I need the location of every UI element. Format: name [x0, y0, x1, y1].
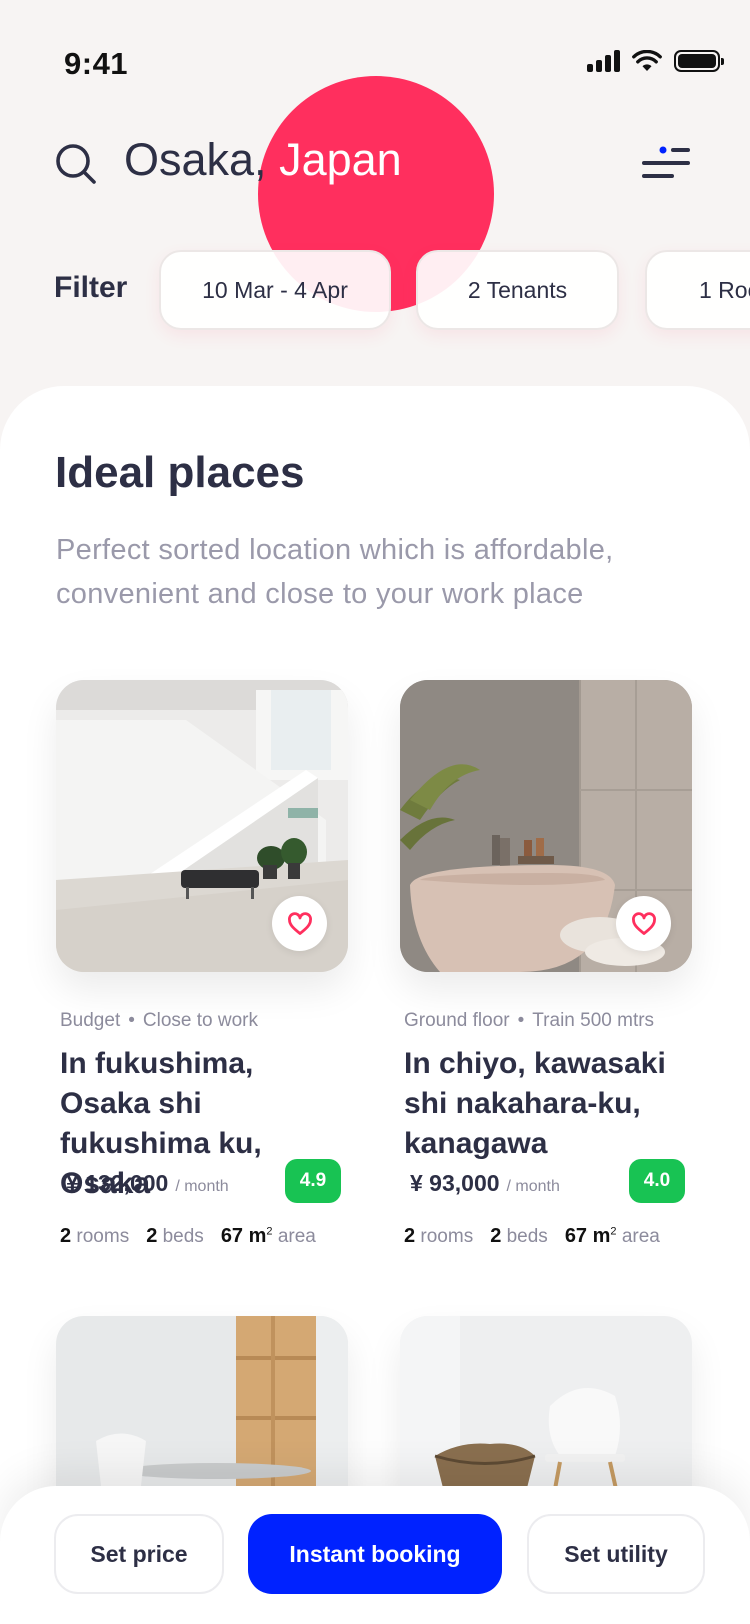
- status-time: 9:41: [64, 46, 129, 81]
- search-icon[interactable]: [55, 143, 97, 185]
- area-spec: 67 m2 area: [565, 1225, 660, 1248]
- listing-name[interactable]: In chiyo, kawasaki shi nakahara-ku, kana…: [404, 1044, 694, 1164]
- beds-label: beds: [506, 1226, 548, 1247]
- price-row: ¥ 132,000 / month: [66, 1170, 229, 1197]
- signal-icon: [587, 50, 620, 72]
- rooms-count: 2: [404, 1225, 416, 1247]
- area-value: 67 m: [564, 1225, 611, 1247]
- area-label: area: [277, 1226, 316, 1247]
- tag-separator: •: [128, 1010, 135, 1031]
- section-title: Ideal places: [55, 448, 305, 497]
- rating-badge: 4.0: [629, 1159, 685, 1203]
- rooms-count: 2: [60, 1225, 72, 1247]
- battery-icon: [674, 50, 724, 72]
- heart-icon: [631, 911, 656, 935]
- instant-booking-button[interactable]: Instant booking: [248, 1514, 502, 1594]
- area-exponent: 2: [266, 1225, 273, 1238]
- listing-photo[interactable]: [56, 680, 348, 972]
- rooms-spec: 2 rooms: [404, 1225, 473, 1248]
- beds-count: 2: [490, 1225, 502, 1247]
- area-label: area: [621, 1226, 660, 1247]
- price-period: / month: [506, 1178, 560, 1195]
- price-period: / month: [175, 1178, 229, 1195]
- rooms-label: rooms: [76, 1226, 130, 1247]
- rooms-label: rooms: [420, 1226, 474, 1247]
- listing-tag: Ground floor: [404, 1010, 510, 1031]
- area-value: 67 m: [220, 1225, 267, 1247]
- listing-price: ¥ 93,000: [410, 1170, 500, 1196]
- area-spec: 67 m2 area: [221, 1225, 316, 1248]
- rating-badge: 4.9: [285, 1159, 341, 1203]
- listing-tag: Train 500 mtrs: [532, 1010, 655, 1031]
- listing-tag: Budget: [60, 1010, 121, 1031]
- beds-label: beds: [162, 1226, 204, 1247]
- wifi-icon: [632, 50, 662, 71]
- heart-icon: [287, 911, 312, 935]
- beds-count: 2: [146, 1225, 158, 1247]
- rooms-spec: 2 rooms: [60, 1225, 129, 1248]
- listing-specs: 2 rooms 2 beds 67 m2 area: [60, 1225, 316, 1248]
- listing-photo[interactable]: [400, 680, 692, 972]
- beds-spec: 2 beds: [146, 1225, 204, 1248]
- set-price-button[interactable]: Set price: [54, 1514, 224, 1594]
- area-exponent: 2: [610, 1225, 617, 1238]
- filter-chip-tenants[interactable]: 2 Tenants: [416, 250, 619, 330]
- beds-spec: 2 beds: [490, 1225, 548, 1248]
- tag-separator: •: [517, 1010, 525, 1031]
- listing-card[interactable]: Ground floor • Train 500 mtrs In chiyo, ka…: [400, 680, 692, 1247]
- listing-price: ¥ 132,000: [66, 1170, 169, 1196]
- location-country: Japan: [266, 134, 402, 185]
- filter-chip-rooms[interactable]: 1 Roo: [645, 250, 750, 330]
- listing-specs: 2 rooms 2 beds 67 m2 area: [404, 1225, 660, 1248]
- location-title[interactable]: Osaka, Japan: [124, 134, 402, 186]
- listing-tags: Budget • Close to work: [60, 1010, 258, 1032]
- set-utility-button[interactable]: Set utility: [527, 1514, 705, 1594]
- filter-menu-icon[interactable]: [640, 144, 692, 184]
- status-icons: [587, 50, 724, 72]
- section-description: Perfect sorted location which is afforda…: [56, 534, 614, 610]
- favorite-button[interactable]: [272, 896, 327, 951]
- listing-tag: Close to work: [142, 1010, 258, 1031]
- filter-label: Filter: [54, 271, 128, 304]
- price-row: ¥ 93,000 / month: [410, 1170, 560, 1197]
- listing-tags: Ground floor • Train 500 mtrs: [404, 1010, 654, 1032]
- filter-chip-dates[interactable]: 10 Mar - 4 Apr: [159, 250, 391, 330]
- favorite-button[interactable]: [616, 896, 671, 951]
- location-city: Osaka,: [124, 134, 267, 185]
- listing-card[interactable]: Budget • Close to work In fukushima, Osaka…: [56, 680, 348, 1247]
